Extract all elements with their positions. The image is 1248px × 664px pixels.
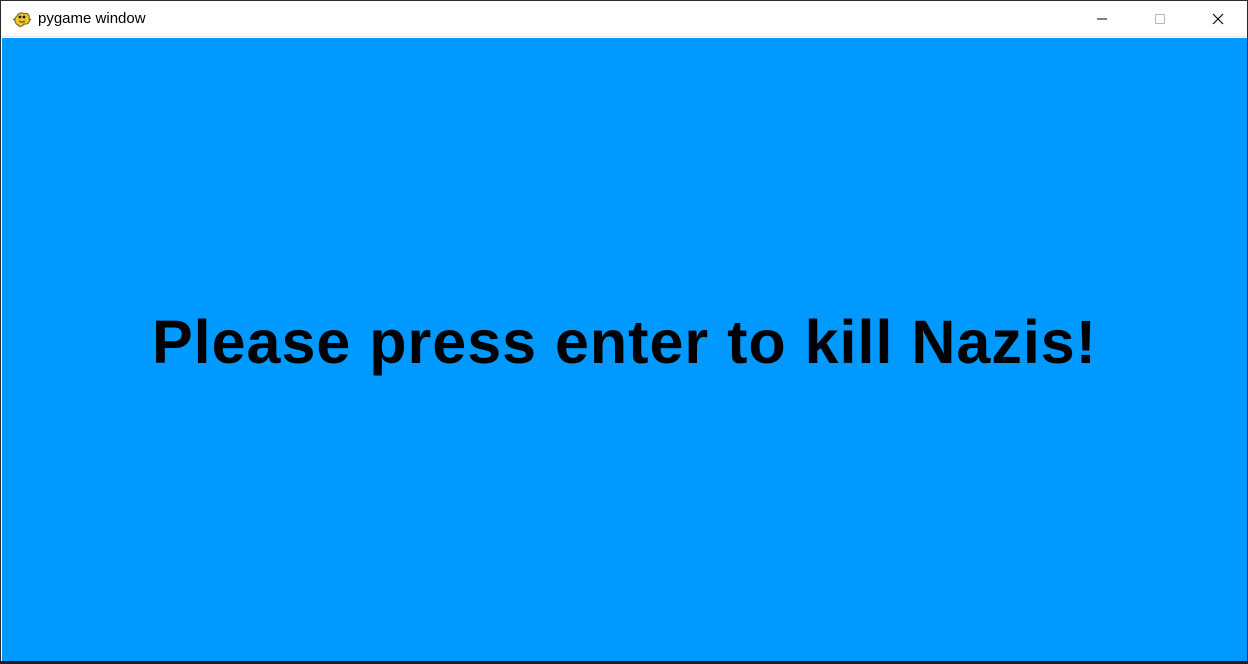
maximize-icon — [1154, 13, 1166, 25]
maximize-button[interactable] — [1131, 1, 1189, 37]
minimize-icon — [1096, 13, 1108, 25]
start-prompt-text: Please press enter to kill Nazis! — [151, 308, 1098, 376]
minimize-button[interactable] — [1073, 1, 1131, 37]
close-icon — [1212, 13, 1224, 25]
pygame-snake-icon — [12, 9, 32, 29]
game-canvas[interactable]: Please press enter to kill Nazis! — [2, 38, 1247, 662]
window-title: pygame window — [38, 10, 146, 27]
pygame-window: pygame window Please press enter to kill… — [0, 0, 1248, 664]
title-bar[interactable]: pygame window — [1, 1, 1247, 37]
close-button[interactable] — [1189, 1, 1247, 37]
window-controls — [1073, 1, 1247, 37]
